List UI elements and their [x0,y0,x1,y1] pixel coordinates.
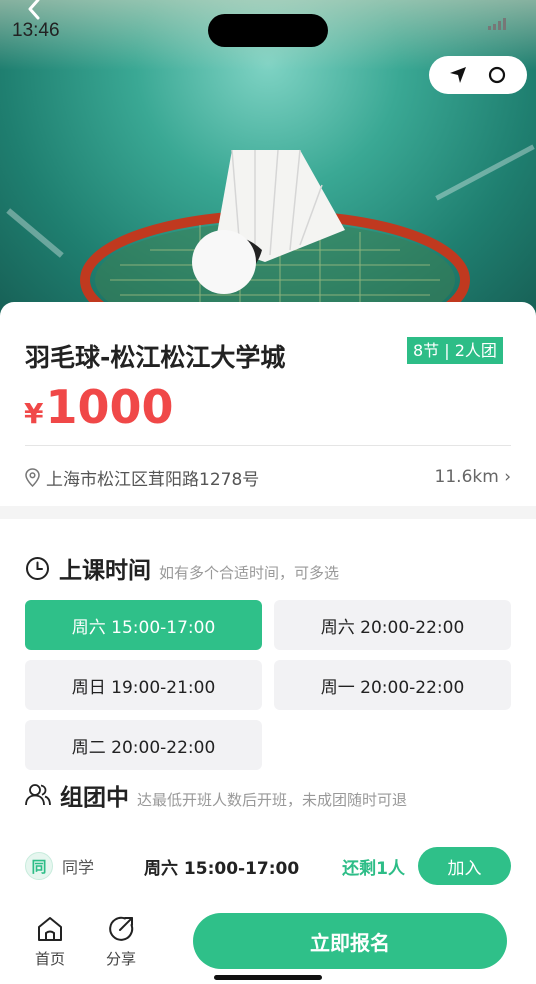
group-hint: 达最低开班人数后开班，未成团随时可退 [137,791,408,809]
address-text: 上海市松江区茸阳路1278号 [46,469,260,490]
home-nav[interactable]: 首页 [25,915,75,969]
signal-icon [488,18,506,30]
share-label: 分享 [105,950,136,968]
share-nav[interactable]: 分享 [96,915,146,969]
divider [25,445,511,446]
home-indicator [214,975,322,980]
avatar: 同 [25,852,53,880]
member-time: 周六 15:00-17:00 [144,858,300,879]
status-time: 13:46 [12,20,60,41]
time-slot-option[interactable]: 周六 15:00-17:00 [25,600,262,650]
schedule-hint: 如有多个合适时间，可多选 [159,564,340,582]
join-button[interactable]: 加入 [418,847,511,885]
price-value: 1000 [45,380,174,434]
group-header: 组团中 达最低开班人数后开班，未成团随时可退 [25,778,407,812]
currency-symbol: ¥ [24,397,44,430]
location-pin-icon [25,467,40,487]
remaining-count: 还剩1人 [342,858,405,879]
clock-icon [26,556,49,580]
schedule-card: 上课时间 如有多个合适时间，可多选 周六 15:00-17:00 周六 20:0… [0,519,536,897]
close-circle-icon[interactable] [487,65,507,85]
price: ¥ 1000 [24,380,174,434]
time-slot-option[interactable]: 周六 20:00-22:00 [274,600,511,650]
group-heading: 组团中 [60,785,129,811]
back-icon[interactable] [24,0,46,20]
mini-program-capsule [429,56,527,94]
signup-button[interactable]: 立即报名 [193,913,507,969]
share-icon [109,916,134,941]
course-info-card: 羽毛球-松江松江大学城 8节 | 2人团 ¥ 1000 上海市松江区茸阳路127… [0,302,536,506]
home-label: 首页 [34,950,65,968]
course-title: 羽毛球-松江松江大学城 [25,343,286,372]
lesson-group-tag: 8节 | 2人团 [407,337,503,364]
dynamic-island [208,14,328,47]
group-member-row: 同 同学 周六 15:00-17:00 还剩1人 加入 [25,847,511,885]
address-row[interactable]: 上海市松江区茸阳路1278号 11.6km › [25,462,511,492]
member-role: 同学 [62,858,95,877]
time-slot-option[interactable]: 周二 20:00-22:00 [25,720,262,770]
schedule-header: 上课时间 如有多个合适时间，可多选 [25,551,339,585]
shuttlecock-illustration [80,149,470,320]
home-icon [38,917,62,941]
distance-text: 11.6km › [434,467,511,487]
time-slot-option[interactable]: 周一 20:00-22:00 [274,660,511,710]
location-arrow-icon[interactable] [449,66,467,84]
hero-image [0,0,536,320]
time-slot-option[interactable]: 周日 19:00-21:00 [25,660,262,710]
bottom-action-bar: 首页 分享 立即报名 [0,897,536,984]
users-icon [25,784,51,806]
schedule-heading: 上课时间 [59,558,151,584]
